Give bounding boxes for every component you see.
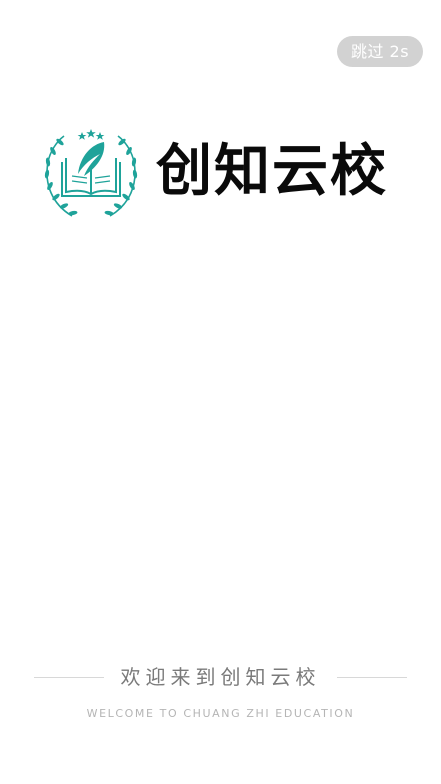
brand-name: 创知云校 — [156, 139, 388, 204]
divider-left — [34, 677, 104, 678]
welcome-text: 欢迎来到创知云校 — [120, 665, 321, 689]
book-quill-laurel-icon — [44, 129, 138, 217]
splash-screen: 跳过 2s 创知云校 欢迎来到创知云校 WELCOME TO CHUANG ZH… — [0, 0, 441, 784]
welcome-subtitle: WELCOME TO CHUANG ZHI EDUCATION — [86, 707, 355, 720]
divider-right — [337, 677, 407, 678]
welcome-banner: 欢迎来到创知云校 — [34, 660, 407, 694]
skip-button[interactable]: 跳过 2s — [337, 36, 423, 67]
brand-logo: 创知云校 — [42, 124, 402, 222]
